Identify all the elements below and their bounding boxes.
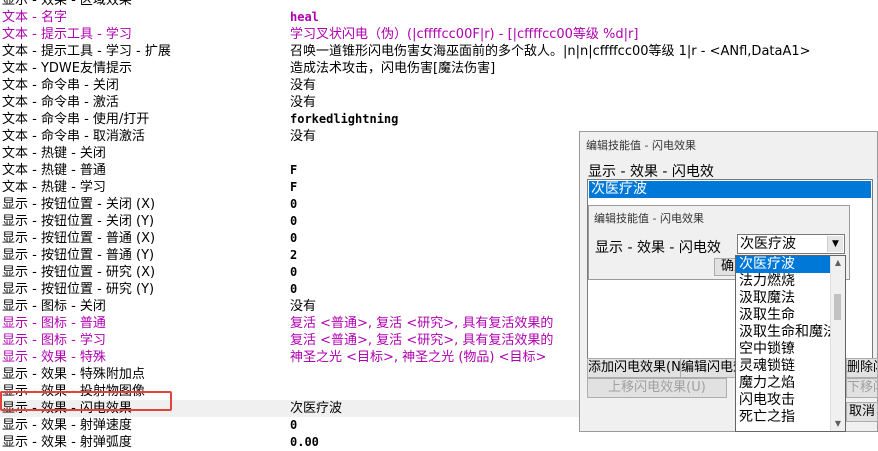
- field-value: F: [290, 180, 298, 194]
- field-value: 召唤一道锥形闪电伤害女海巫面前的多个敌人。|n|n|cffffcc00等级 1|…: [290, 44, 811, 59]
- field-name: 文本 - 热键 - 普通: [2, 163, 106, 178]
- field-value: 学习叉状闪电（伪）(|cffffcc00F|r) - [|cffffcc00等级…: [290, 27, 639, 42]
- field-name: 显示 - 效果 - 射弹弧度: [2, 435, 132, 450]
- field-value: F: [290, 163, 298, 177]
- field-name: 文本 - 命令串 - 激活: [2, 95, 119, 110]
- field-name: 显示 - 效果 - 区域效果: [2, 0, 132, 8]
- delete-lightning-button[interactable]: 删除闪电效果(R): [846, 358, 878, 378]
- field-name: 显示 - 效果 - 特殊附加点: [2, 367, 145, 382]
- dropdown-option[interactable]: 魔力之焰: [736, 375, 845, 392]
- field-row[interactable]: 显示 - 效果 - 区域效果: [0, 0, 878, 9]
- field-value: 复活 <普通>, 复活 <研究>, 具有复活效果的: [290, 316, 554, 331]
- field-name: 文本 - 命令串 - 取消激活: [2, 129, 145, 144]
- move-down-button[interactable]: 下移闪电效果(D): [846, 378, 878, 398]
- edit-lightning-button[interactable]: 编辑闪电效果(E): [680, 358, 740, 378]
- field-name: 文本 - 命令串 - 使用/打开: [2, 112, 150, 127]
- dropdown-option[interactable]: 汲取魔法: [736, 290, 845, 307]
- field-name: 文本 - 热键 - 关闭: [2, 146, 106, 161]
- outer-dialog-label: 显示 - 效果 - 闪电效: [588, 164, 714, 180]
- dropdown-option[interactable]: 死亡之指: [736, 409, 845, 426]
- dropdown-list[interactable]: 次医疗波 法力燃烧 汲取魔法 汲取生命 汲取生命和魔法 空中锁镣 灵魂锁链 魔力之焰 闪电攻击死…: [735, 255, 846, 432]
- dropdown-option[interactable]: 法力燃烧: [736, 273, 845, 290]
- add-lightning-button[interactable]: 添加闪电效果(N): [587, 358, 681, 378]
- field-value: forkedlightning: [290, 112, 399, 126]
- field-row[interactable]: 文本 - 提示工具 - 学习 - 扩展 召唤一道锥形闪电伤害女海巫面前的多个敌人。…: [0, 43, 878, 60]
- field-value: 0: [290, 214, 298, 228]
- field-name: 文本 - 名字: [2, 10, 67, 25]
- scroll-thumb[interactable]: [834, 294, 841, 320]
- dropdown-option[interactable]: 空中锁镣: [736, 341, 845, 358]
- field-value: heal: [290, 10, 319, 24]
- inner-dialog-title: 编辑技能值 - 闪电效果: [594, 212, 704, 225]
- inner-dialog-label: 显示 - 效果 - 闪电效: [595, 240, 721, 256]
- field-name: 显示 - 图标 - 学习: [2, 333, 106, 348]
- outer-dialog-title: 编辑技能值 - 闪电效果: [586, 139, 696, 152]
- field-row[interactable]: 文本 - 命令串 - 激活 没有: [0, 94, 878, 111]
- field-row[interactable]: 文本 - 名字 heal: [0, 9, 878, 26]
- dropdown-option[interactable]: 灵魂锁链: [736, 358, 845, 375]
- field-value: 没有: [290, 299, 317, 314]
- field-name: 显示 - 按钮位置 - 普通 (X): [2, 231, 156, 246]
- field-name: 显示 - 按钮位置 - 研究 (Y): [2, 282, 155, 297]
- field-value: 复活 <普通>, 复活 <研究>, 具有复活效果的: [290, 333, 554, 348]
- field-name: 显示 - 效果 - 射弹速度: [2, 418, 132, 433]
- field-value: 0.00: [290, 435, 319, 449]
- lightning-list-item[interactable]: 次医疗波: [589, 181, 871, 198]
- field-name: 文本 - 热键 - 学习: [2, 180, 106, 195]
- field-row[interactable]: 文本 - 提示工具 - 学习 学习叉状闪电（伪）(|cffffcc00F|r) -…: [0, 26, 878, 43]
- cancel-button[interactable]: 取消: [846, 402, 878, 422]
- field-name: 显示 - 效果 - 特殊: [2, 350, 106, 365]
- highlight-box: [0, 391, 172, 411]
- field-name: 显示 - 图标 - 普通: [2, 316, 106, 331]
- scroll-up-icon[interactable]: ▲: [831, 256, 845, 270]
- field-name: 文本 - YDWE友情提示: [2, 61, 132, 76]
- field-row[interactable]: 文本 - YDWE友情提示 造成法术攻击，闪电伤害[魔法伤害]: [0, 60, 878, 77]
- field-value: 次医疗波: [290, 401, 343, 416]
- dropdown-option[interactable]: 闪电攻击: [736, 392, 845, 409]
- field-name: 显示 - 按钮位置 - 关闭 (Y): [2, 214, 155, 229]
- field-value: 0: [290, 282, 298, 296]
- field-value: 没有: [290, 129, 317, 144]
- field-value: 0: [290, 197, 298, 211]
- dropdown-option[interactable]: 汲取生命: [736, 307, 845, 324]
- combo-value: 次医疗波: [740, 236, 796, 252]
- field-value: 0: [290, 418, 298, 432]
- field-value: 0: [290, 265, 298, 279]
- field-name: 显示 - 按钮位置 - 普通 (Y): [2, 248, 155, 263]
- field-name: 文本 - 提示工具 - 学习 - 扩展: [2, 44, 171, 59]
- field-value: 0: [290, 231, 298, 245]
- field-row[interactable]: 文本 - 命令串 - 关闭 没有: [0, 77, 878, 94]
- dropdown-scrollbar[interactable]: ▲ ▼: [830, 256, 845, 431]
- lightning-combo[interactable]: 次医疗波 ▼: [737, 234, 845, 254]
- field-value: 没有: [290, 78, 317, 93]
- chevron-down-icon[interactable]: ▼: [827, 236, 843, 252]
- dropdown-option[interactable]: 次医疗波: [736, 256, 845, 273]
- field-name: 显示 - 按钮位置 - 研究 (X): [2, 265, 156, 280]
- field-name: 文本 - 提示工具 - 学习: [2, 27, 132, 42]
- dropdown-option[interactable]: 汲取生命和魔法: [736, 324, 845, 341]
- field-row[interactable]: 文本 - 命令串 - 使用/打开 forkedlightning: [0, 111, 878, 128]
- field-name: 显示 - 按钮位置 - 关闭 (X): [2, 197, 156, 212]
- field-value: 没有: [290, 95, 317, 110]
- field-row[interactable]: 显示 - 效果 - 射弹弧度 0.00: [0, 434, 878, 451]
- field-value: 造成法术攻击，闪电伤害[魔法伤害]: [290, 61, 496, 76]
- field-value: 2: [290, 248, 298, 262]
- move-up-button[interactable]: 上移闪电效果(U): [587, 378, 727, 398]
- field-name: 显示 - 图标 - 关闭: [2, 299, 106, 314]
- scroll-down-icon[interactable]: ▼: [831, 417, 845, 431]
- field-name: 文本 - 命令串 - 关闭: [2, 78, 119, 93]
- field-value: 神圣之光 <目标>, 神圣之光 (物品) <目标>: [290, 350, 547, 365]
